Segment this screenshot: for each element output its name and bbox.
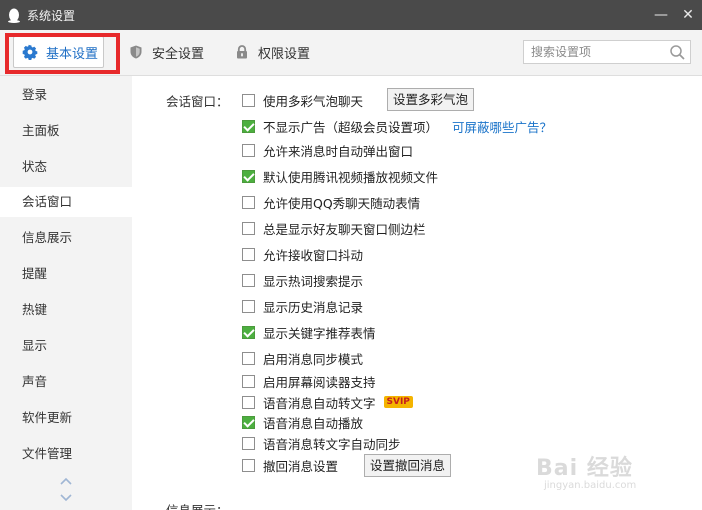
option-label: 允许接收窗口抖动 <box>263 247 364 263</box>
sidebar-item-status[interactable]: 状态 <box>0 152 132 182</box>
shield-icon <box>130 45 142 59</box>
chevron-down-icon[interactable] <box>58 492 74 504</box>
search-icon[interactable] <box>669 44 686 61</box>
option-auto-popup-window: 允许来消息时自动弹出窗口 <box>242 141 413 159</box>
tab-label: 安全设置 <box>152 46 205 62</box>
which-ads-link[interactable]: 可屏蔽哪些广告？ <box>452 117 552 136</box>
set-recall-message-button[interactable]: 设置撤回消息 <box>364 454 452 477</box>
sidebar-item-main-panel[interactable]: 主面板 <box>0 116 132 146</box>
checkbox[interactable] <box>242 458 255 472</box>
option-label: 语音消息自动转文字 <box>263 395 376 411</box>
checkbox[interactable] <box>242 351 255 365</box>
search-input[interactable] <box>524 41 662 63</box>
option-recall-message: 撤回消息设置 <box>242 456 338 474</box>
checkbox[interactable] <box>242 195 255 209</box>
sidebar-item-login[interactable]: 登录 <box>0 80 132 110</box>
option-label: 显示热词搜索提示 <box>263 273 364 289</box>
svip-badge: SVIP <box>383 396 413 408</box>
checkbox[interactable] <box>242 374 255 388</box>
option-keyword-emoji: 显示关键字推荐表情 <box>242 323 376 341</box>
search-box <box>523 40 691 64</box>
title-bar: 系统设置 — ✕ <box>0 0 702 30</box>
window-title: 系统设置 <box>27 9 76 23</box>
option-qqshow-emotes: 允许使用QQ秀聊天随动表情 <box>242 193 420 211</box>
checkbox[interactable] <box>242 221 255 235</box>
tab-basic-settings[interactable]: 基本设置 <box>13 36 104 68</box>
option-label: 显示关键字推荐表情 <box>263 325 376 341</box>
chevron-up-icon[interactable] <box>58 476 74 488</box>
tab-permission-settings[interactable]: 权限设置 <box>234 36 310 68</box>
sidebar-item-sound[interactable]: 声音 <box>0 367 132 397</box>
sidebar-item-hotkeys[interactable]: 热键 <box>0 295 132 325</box>
option-show-sidebar: 总是显示好友聊天窗口侧边栏 <box>242 219 426 237</box>
sidebar-item-reminders[interactable]: 提醒 <box>0 259 132 289</box>
option-history-messages: 显示历史消息记录 <box>242 297 363 315</box>
sidebar-item-info-display[interactable]: 信息展示 <box>0 223 132 253</box>
checkbox[interactable] <box>242 143 255 157</box>
tab-label: 权限设置 <box>258 46 311 62</box>
option-voice-to-text: 语音消息自动转文字 SVIP <box>242 393 413 411</box>
option-label: 允许使用QQ秀聊天随动表情 <box>263 195 421 211</box>
option-hide-ads: 不显示广告（超级会员设置项） 可屏蔽哪些广告？ <box>242 117 552 135</box>
checkbox[interactable] <box>242 395 255 409</box>
checkbox[interactable] <box>242 273 255 287</box>
option-label: 允许来消息时自动弹出窗口 <box>263 143 414 159</box>
checkbox[interactable] <box>242 299 255 313</box>
sidebar-item-chat-window[interactable]: 会话窗口 <box>0 187 132 217</box>
checkbox[interactable] <box>242 119 255 133</box>
section-label-chat-window: 会话窗口： <box>166 94 229 109</box>
option-message-sync: 启用消息同步模式 <box>242 349 363 367</box>
option-tencent-video-player: 默认使用腾讯视频播放视频文件 <box>242 167 438 185</box>
checkbox[interactable] <box>242 415 255 429</box>
option-label: 语音消息自动播放 <box>263 415 364 431</box>
minimize-button[interactable]: — <box>652 6 670 24</box>
option-label: 撤回消息设置 <box>263 458 339 474</box>
checkbox[interactable] <box>242 247 255 261</box>
sidebar-item-display[interactable]: 显示 <box>0 331 132 361</box>
checkbox[interactable] <box>242 169 255 183</box>
checkbox[interactable] <box>242 436 255 450</box>
lock-icon <box>237 45 247 59</box>
option-label: 显示历史消息记录 <box>263 299 364 315</box>
option-label: 默认使用腾讯视频播放视频文件 <box>263 169 439 185</box>
option-label: 不显示广告（超级会员设置项） <box>263 119 439 135</box>
settings-sidebar: 登录 主面板 状态 会话窗口 信息展示 提醒 热键 显示 声音 软件更新 文件管… <box>0 76 132 510</box>
qq-penguin-icon <box>8 8 20 23</box>
option-hot-search-hint: 显示热词搜索提示 <box>242 271 363 289</box>
set-colorful-bubble-button[interactable]: 设置多彩气泡 <box>387 88 475 111</box>
sidebar-item-file-management[interactable]: 文件管理 <box>0 439 132 469</box>
option-label: 启用消息同步模式 <box>263 351 364 367</box>
option-voice-text-sync: 语音消息转文字自动同步 <box>242 434 401 452</box>
close-button[interactable]: ✕ <box>679 6 697 24</box>
option-label: 语音消息转文字自动同步 <box>263 436 401 452</box>
sidebar-item-software-update[interactable]: 软件更新 <box>0 403 132 433</box>
option-colorful-bubble: 使用多彩气泡聊天 <box>242 91 363 109</box>
option-voice-autoplay: 语音消息自动播放 <box>242 413 363 431</box>
option-window-shake: 允许接收窗口抖动 <box>242 245 363 263</box>
settings-content-pane: 会话窗口： 使用多彩气泡聊天 设置多彩气泡 不显示广告（超级会员设置项） 可屏蔽… <box>132 76 702 510</box>
option-label: 启用屏幕阅读器支持 <box>263 374 376 390</box>
option-label: 使用多彩气泡聊天 <box>263 93 364 109</box>
section-label-info-display: 信息展示： <box>166 500 229 510</box>
checkbox[interactable] <box>242 325 255 339</box>
tab-security-settings[interactable]: 安全设置 <box>128 36 204 68</box>
tab-label: 基本设置 <box>46 46 99 62</box>
gear-icon <box>22 44 38 60</box>
option-label: 总是显示好友聊天窗口侧边栏 <box>263 221 426 237</box>
option-screen-reader: 启用屏幕阅读器支持 <box>242 372 376 390</box>
checkbox[interactable] <box>242 93 255 107</box>
